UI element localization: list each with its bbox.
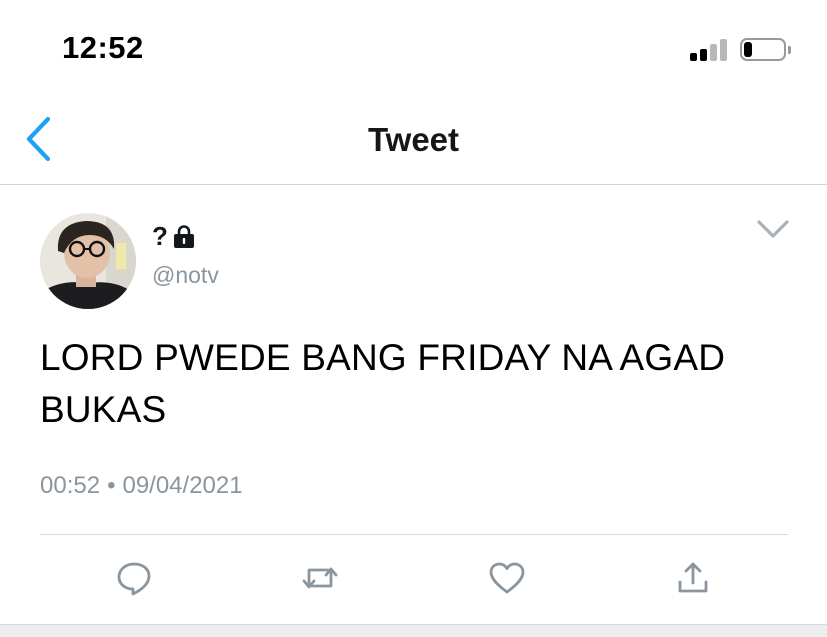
retweet-icon [302, 567, 338, 589]
reply-icon [117, 562, 151, 596]
display-name[interactable]: ? [152, 220, 197, 251]
lock-icon [173, 225, 194, 248]
signal-bar [700, 49, 707, 61]
user-handle[interactable]: @notv [152, 262, 219, 289]
cellular-signal-icon [690, 37, 732, 61]
retweet-button[interactable] [300, 558, 340, 598]
display-name-text: ? [152, 220, 168, 251]
tweet-text: LORD PWEDE BANG FRIDAY NA AGAD BUKAS [40, 337, 726, 430]
tweet-detail-screen: 12:52 Tweet ? @notv LORD PWEDE BANG FRID… [0, 0, 827, 637]
timestamp-separator: • [107, 472, 116, 499]
tweet-timestamp: 00:52 • 09/04/2021 [40, 472, 243, 500]
nav-bar: Tweet [0, 95, 827, 185]
like-button[interactable] [487, 558, 527, 598]
divider [40, 534, 788, 535]
battery-icon [740, 38, 791, 61]
bottom-strip [0, 624, 827, 637]
page-title: Tweet [367, 121, 460, 158]
reply-button[interactable] [114, 558, 154, 598]
avatar[interactable] [40, 213, 136, 309]
heart-icon [489, 562, 525, 594]
signal-bar [720, 39, 727, 61]
tweet-date: 09/04/2021 [122, 472, 243, 499]
status-bar: 12:52 [0, 0, 827, 95]
tweet-menu-button[interactable] [756, 218, 790, 240]
share-button[interactable] [673, 558, 713, 598]
tweet-time: 00:52 [40, 472, 101, 499]
status-clock: 12:52 [62, 30, 144, 65]
chevron-down-icon [757, 220, 789, 238]
battery-level [744, 42, 752, 57]
share-icon [678, 562, 708, 593]
signal-bar [690, 53, 697, 61]
battery-nub [788, 46, 791, 54]
signal-bar [710, 44, 717, 61]
avatar-photo [40, 213, 136, 309]
